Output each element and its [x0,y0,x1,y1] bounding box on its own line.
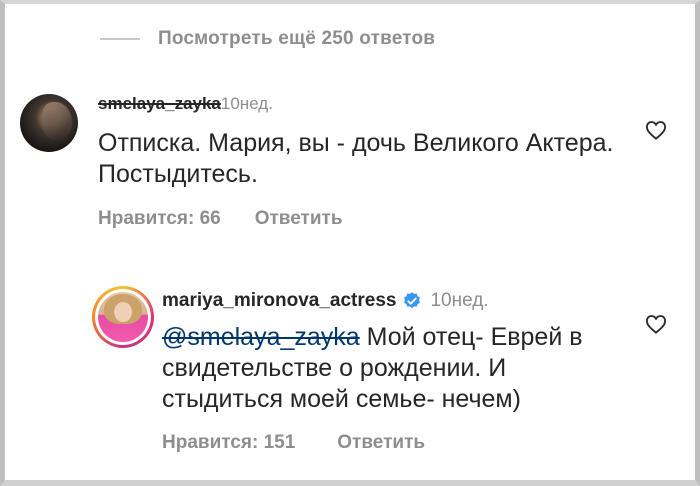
reply-button[interactable]: Ответить [337,432,425,454]
avatar-photo [42,102,72,140]
reply-button[interactable]: Ответить [255,208,343,230]
heart-outline-icon[interactable] [645,314,667,334]
reply-header: mariya_mironova_actress 10нед. [162,290,489,312]
heart-outline-icon[interactable] [645,120,667,140]
comment-text: Отписка. Мария, вы - дочь Великого Актер… [98,129,614,188]
comment-timestamp[interactable]: 10нед. [430,290,488,312]
verified-badge-icon [404,292,421,309]
comment-header: smelaya_zayka10нед. [98,94,273,114]
avatar-photo-face [114,302,132,322]
comment-timestamp[interactable]: 10нед. [221,94,273,113]
avatar[interactable] [20,94,78,152]
divider-line [100,38,140,40]
story-ring[interactable] [92,286,154,348]
view-more-replies-label: Посмотреть ещё 250 ответов [158,28,436,49]
username-link[interactable]: smelaya_zayka [98,94,221,113]
avatar [98,292,148,342]
comment-actions: Нравится: 151 Ответить [162,432,425,454]
view-more-replies-button[interactable]: Посмотреть ещё 250 ответов [100,24,435,54]
comment-actions: Нравится: 66 Ответить [98,208,343,230]
avatar-ring-gap [95,289,151,345]
mention-link[interactable]: @smelaya_zayka [162,323,360,351]
likes-count[interactable]: Нравится: 66 [98,208,221,230]
comment-text: @smelaya_zayka Мой отец- Еврей в свидете… [162,322,632,415]
username-link[interactable]: mariya_mironova_actress [162,290,396,312]
likes-count[interactable]: Нравится: 151 [162,432,295,454]
